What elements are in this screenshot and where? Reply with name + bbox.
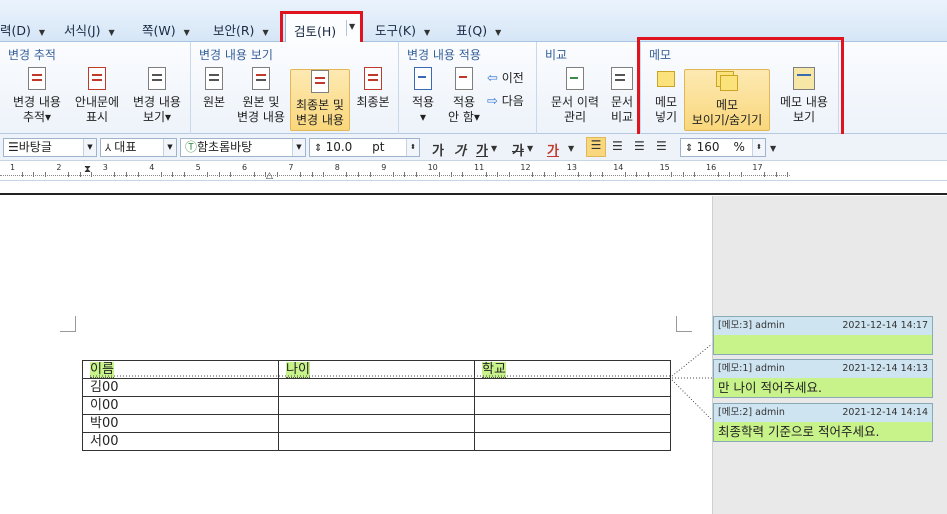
memo-id: [메모:1] admin [718,363,785,374]
memo-box[interactable]: [메모:3] admin 2021-12-14 14:17 [713,316,933,355]
memo-text[interactable]: 최종학력 기준으로 적어주세요. [714,422,932,441]
memo-id: [메모:3] admin [718,320,785,331]
memo-box[interactable]: [메모:1] admin 2021-12-14 14:13 만 나이 적어주세요. [713,359,933,398]
memo-box[interactable]: [메모:2] admin 2021-12-14 14:14 최종학력 기준으로 적… [713,403,933,442]
memo-text[interactable] [714,335,932,354]
memo-id: [메모:2] admin [718,407,785,418]
memo-date: 2021-12-14 14:17 [842,320,928,331]
memo-header: [메모:2] admin 2021-12-14 14:14 [714,404,932,422]
memo-header: [메모:3] admin 2021-12-14 14:17 [714,317,932,335]
memo-date: 2021-12-14 14:13 [842,363,928,374]
memo-date: 2021-12-14 14:14 [842,407,928,418]
memo-header: [메모:1] admin 2021-12-14 14:13 [714,360,932,378]
hwp-window: 력(D) ▼ 서식(J) ▼ 쪽(W) ▼ 보안(R) ▼ 검토(H) ▼ 도구(K) ▼… [0,0,947,514]
memo-text[interactable]: 만 나이 적어주세요. [714,378,932,397]
